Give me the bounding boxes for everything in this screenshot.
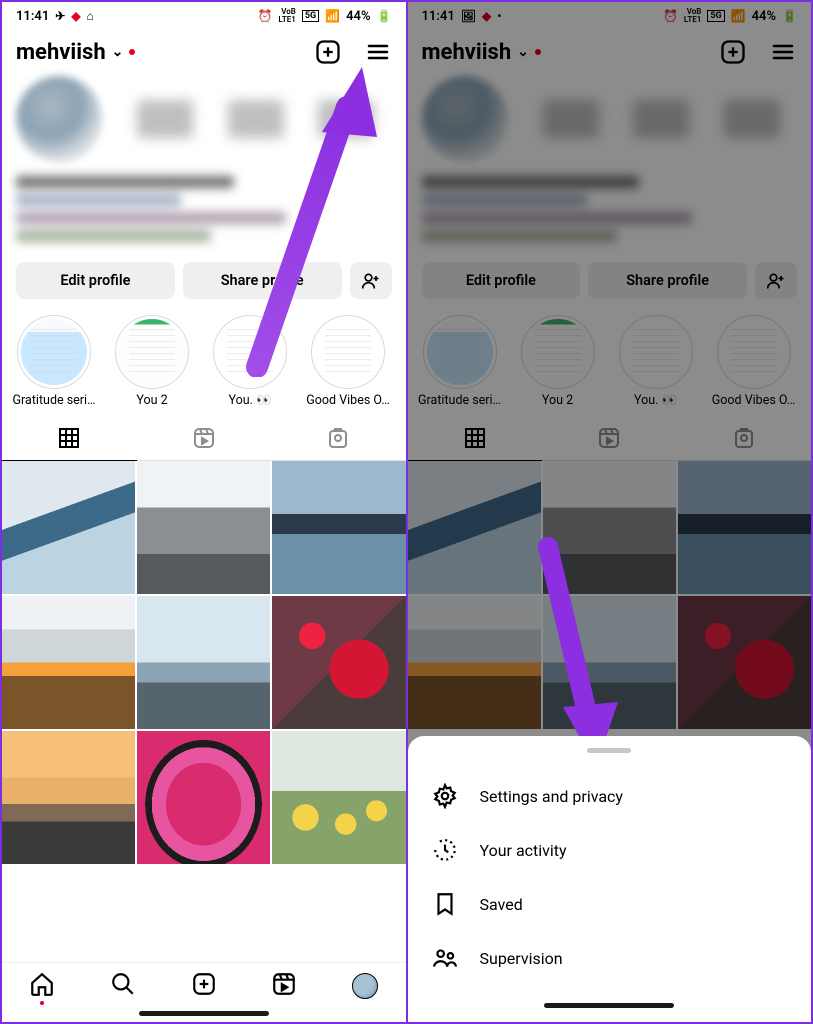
sheet-item-settings-privacy[interactable]: Settings and privacy [408, 769, 812, 823]
nav-home[interactable] [29, 971, 55, 1001]
status-bar: 11:41 ✈ ◆ ⌂ ⏰ VoBLTE1 5G 📶 44% 🔋 [2, 2, 406, 30]
profile-action-row: Edit profile Share profile [2, 258, 406, 311]
chevron-down-icon: ⌄ [112, 44, 124, 60]
tab-tagged[interactable] [271, 416, 406, 460]
post-thumbnail[interactable] [2, 596, 135, 729]
highlight-label: You 2 [136, 393, 167, 408]
create-button[interactable] [314, 38, 342, 66]
post-thumbnail[interactable] [2, 731, 135, 864]
bottom-nav [2, 962, 406, 1005]
activity-icon [432, 837, 458, 863]
sheet-item-saved[interactable]: Saved [408, 877, 812, 931]
sheet-item-label: Settings and privacy [480, 787, 624, 806]
highlight-item[interactable]: You. 👀 [204, 315, 296, 408]
post-thumbnail[interactable] [137, 596, 270, 729]
highlight-label: Gratitude seri… [13, 393, 96, 408]
sheet-item-activity[interactable]: Your activity [408, 823, 812, 877]
supervision-icon [432, 945, 458, 971]
username-text: mehviish [16, 40, 106, 65]
post-thumbnail[interactable] [272, 731, 405, 864]
highlight-item[interactable]: Good Vibes O… [302, 315, 394, 408]
profile-tabs [2, 416, 406, 461]
sheet-item-label: Supervision [480, 949, 563, 968]
sheet-item-supervision[interactable]: Supervision [408, 931, 812, 985]
menu-button[interactable] [364, 40, 392, 64]
post-thumbnail[interactable] [272, 461, 405, 594]
phone-right: 11:41 🖼 ◆ • ⏰ VoBLTE1 5G 📶 44% 🔋 mehviis… [408, 2, 812, 1022]
sheet-item-label: Your activity [480, 841, 567, 860]
nav-profile[interactable] [352, 973, 378, 999]
tab-reels[interactable] [137, 416, 272, 460]
highlight-label: You. 👀 [228, 393, 271, 408]
net-5g-label: 5G [302, 10, 319, 22]
highlight-item[interactable]: You 2 [106, 315, 198, 408]
profile-stats [120, 100, 392, 138]
nav-avatar-icon [352, 973, 378, 999]
gear-icon [432, 783, 458, 809]
tab-grid[interactable] [2, 416, 137, 460]
edit-profile-button[interactable]: Edit profile [16, 262, 175, 299]
signal-icon: 📶 [325, 9, 340, 23]
sheet-handle[interactable] [587, 748, 631, 753]
profile-header: mehviish ⌄ [2, 30, 406, 76]
post-thumbnail[interactable] [137, 461, 270, 594]
post-thumbnail[interactable] [2, 461, 135, 594]
net-label: VoBLTE1 [278, 8, 295, 24]
avatar[interactable] [16, 76, 102, 162]
bookmark-icon [432, 891, 458, 917]
nav-create[interactable] [191, 971, 217, 1001]
profile-info-blurred [2, 76, 406, 258]
posts-grid [2, 461, 406, 962]
battery-icon: 🔋 [377, 9, 392, 23]
alarm-icon: ⏰ [257, 9, 272, 23]
phone-left: 11:41 ✈ ◆ ⌂ ⏰ VoBLTE1 5G 📶 44% 🔋 mehviis… [2, 2, 406, 1022]
battery-percent: 44% [346, 9, 370, 24]
post-thumbnail[interactable] [137, 731, 270, 864]
highlight-item[interactable]: Gratitude seri… [8, 315, 100, 408]
menu-bottom-sheet: Settings and privacy Your activity Saved… [408, 736, 812, 1022]
status-time: 11:41 [16, 9, 49, 24]
highlight-label: Good Vibes O… [306, 393, 389, 408]
sheet-item-label: Saved [480, 895, 523, 914]
gesture-bar [139, 1011, 269, 1016]
username-selector[interactable]: mehviish ⌄ [16, 40, 135, 65]
discover-people-button[interactable] [350, 262, 392, 299]
bio-blurred [16, 176, 392, 242]
diamond-icon: ◆ [71, 9, 80, 23]
home-status-icon: ⌂ [87, 9, 94, 23]
share-profile-button[interactable]: Share profile [183, 262, 342, 299]
nav-reels[interactable] [271, 971, 297, 1001]
post-thumbnail[interactable] [272, 596, 405, 729]
nav-search[interactable] [110, 971, 136, 1001]
gesture-bar [544, 1003, 674, 1008]
notification-dot-icon [40, 1001, 44, 1005]
telegram-icon: ✈ [55, 9, 65, 23]
story-highlights: Gratitude seri… You 2 You. 👀 Good Vibes … [2, 311, 406, 416]
notification-dot-icon [129, 49, 135, 55]
